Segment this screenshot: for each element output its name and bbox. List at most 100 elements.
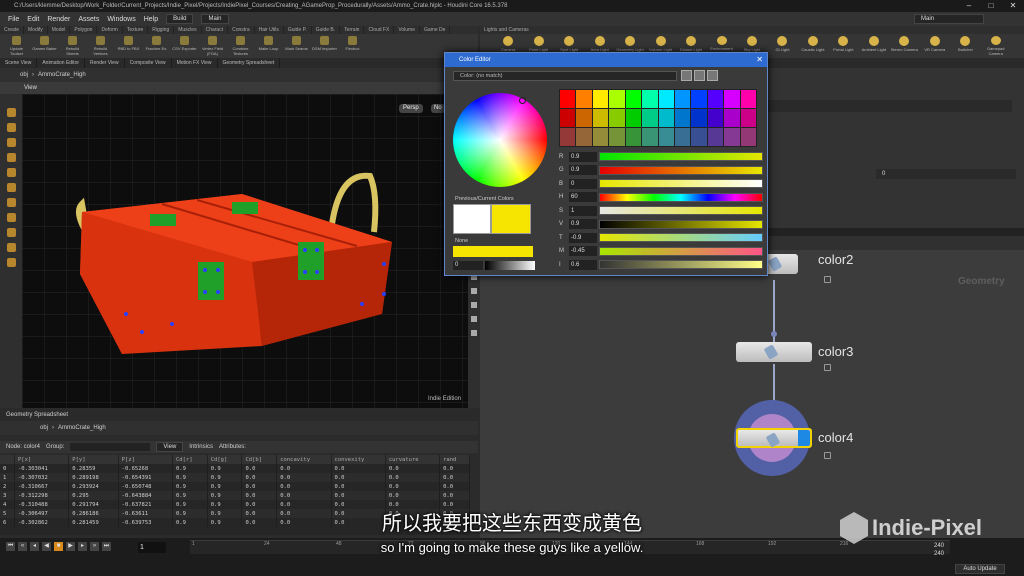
sheet-path-node[interactable]: AmmoCrate_High xyxy=(58,425,106,431)
palette-swatch[interactable] xyxy=(740,109,756,127)
path-root[interactable]: obj xyxy=(20,72,28,78)
alpha-slider[interactable] xyxy=(485,261,535,270)
palette-swatch[interactable] xyxy=(724,90,740,108)
menu-render[interactable]: Render xyxy=(47,16,70,23)
lights-cameras-tab[interactable]: Lights and Cameras xyxy=(480,26,1024,34)
sliders-mode-icon[interactable] xyxy=(694,70,705,81)
palette-swatch[interactable] xyxy=(642,109,658,127)
palette-swatch[interactable] xyxy=(740,128,756,146)
select-tool-icon[interactable] xyxy=(6,108,16,117)
palette-swatch[interactable] xyxy=(576,128,592,146)
shelf-tab[interactable]: Charact xyxy=(202,26,229,34)
channel-value[interactable]: 0.9 xyxy=(569,165,597,175)
shelf-tool[interactable]: Vertex Field (FGA) xyxy=(200,36,225,56)
sheet-column-header[interactable]: convexity xyxy=(331,455,386,464)
close-icon[interactable]: ✕ xyxy=(1002,0,1024,12)
snap-tool-icon[interactable] xyxy=(6,228,16,237)
palette-swatch[interactable] xyxy=(642,90,658,108)
table-row[interactable]: 2 -0.310667 0.293924 -0.650748 0.9 0.9 0.0 0.0 0… xyxy=(0,482,470,491)
sheet-column-header[interactable]: curvature xyxy=(385,455,441,464)
shelf-tool[interactable]: Rebuild Sheets xyxy=(60,36,85,56)
rotate-tool-icon[interactable] xyxy=(6,138,16,147)
sheet-tab[interactable]: Geometry Spreadsheet xyxy=(0,410,478,421)
palette-swatch[interactable] xyxy=(691,109,707,127)
light-tool[interactable]: Stereo Camera xyxy=(890,36,918,56)
light-tool[interactable]: GI Light xyxy=(768,36,796,56)
scene-viewport[interactable] xyxy=(22,94,468,408)
sheet-view-select[interactable]: View xyxy=(156,442,184,452)
sheet-column-header[interactable]: P[x] xyxy=(14,455,70,464)
palette-swatch[interactable] xyxy=(691,90,707,108)
palette-swatch[interactable] xyxy=(592,90,609,108)
channel-value[interactable]: -0.45 xyxy=(569,246,597,256)
channel-slider[interactable] xyxy=(599,206,763,215)
shelf-tool[interactable]: DSM Importer xyxy=(312,36,337,56)
shelf-tool[interactable]: Make Loop xyxy=(256,36,281,56)
path-node[interactable]: AmmoCrate_High xyxy=(38,72,86,78)
palette-swatch[interactable] xyxy=(740,90,756,108)
shelf-tab[interactable]: Create xyxy=(0,26,25,34)
shelf-tab[interactable]: Guide P. xyxy=(284,26,312,34)
pane-tab[interactable]: Motion FX View xyxy=(172,58,218,68)
shelf-tab[interactable]: Modify xyxy=(24,26,48,34)
light-tool[interactable]: Portal Light xyxy=(829,36,857,56)
shelf-tool[interactable]: Games Baker xyxy=(32,36,57,56)
menu-help[interactable]: Help xyxy=(144,16,158,23)
channel-value[interactable]: 0.6 xyxy=(569,259,597,270)
sheet-column-header[interactable] xyxy=(0,455,15,464)
channel-slider[interactable] xyxy=(599,165,763,175)
scale-tool-icon[interactable] xyxy=(6,153,16,162)
channel-value[interactable]: 0.9 xyxy=(569,219,597,229)
menu-file[interactable]: File xyxy=(8,16,19,23)
palette-swatch[interactable] xyxy=(658,90,674,108)
channel-slider[interactable] xyxy=(599,192,763,202)
shelf-tool[interactable]: CSV Exporter xyxy=(172,36,197,56)
none-color-bar[interactable] xyxy=(453,246,533,257)
channel-value[interactable]: -0.9 xyxy=(569,232,597,243)
points-icon[interactable] xyxy=(471,330,477,336)
sheet-column-header[interactable]: Cd[g] xyxy=(207,455,243,464)
palette-swatch[interactable] xyxy=(707,109,724,127)
palette-swatch[interactable] xyxy=(560,90,576,108)
lock-icon[interactable] xyxy=(824,452,831,459)
close-icon[interactable]: ✕ xyxy=(756,53,763,67)
palette-swatch[interactable] xyxy=(625,109,642,127)
shelf-tool[interactable]: Rebuild Vertices xyxy=(88,36,113,56)
pane-tab[interactable]: Composite View xyxy=(125,58,172,68)
shelf-tab[interactable]: Texture xyxy=(123,26,149,34)
auto-update-button[interactable]: Auto Update xyxy=(955,564,1005,574)
shelf-tool[interactable]: Mark Seams xyxy=(284,36,309,56)
light-tool[interactable]: VR Camera xyxy=(921,36,949,56)
pane-tab[interactable]: Animation Editor xyxy=(37,58,86,68)
palette-swatch[interactable] xyxy=(609,128,625,146)
channel-slider[interactable] xyxy=(599,219,763,229)
sheet-group-input[interactable] xyxy=(70,443,151,451)
shelf-tab[interactable]: Guide B. xyxy=(312,26,341,34)
param-field[interactable] xyxy=(760,100,1012,112)
sheet-column-header[interactable]: P[y] xyxy=(68,455,119,464)
wheel-picker-handle[interactable] xyxy=(519,97,526,104)
pose-tool-icon[interactable] xyxy=(6,183,16,192)
pane-tab[interactable]: Geometry Spreadsheet xyxy=(218,58,281,68)
palette-swatch[interactable] xyxy=(658,109,674,127)
lock-icon[interactable] xyxy=(824,276,831,283)
sheet-column-header[interactable]: Cd[r] xyxy=(172,455,208,464)
light-tool-icon[interactable] xyxy=(6,243,16,252)
table-row[interactable]: 1 -0.307032 0.289198 -0.654391 0.9 0.9 0.0 0.0 0… xyxy=(0,473,470,482)
channel-slider[interactable] xyxy=(599,152,763,161)
node-color3[interactable] xyxy=(736,342,812,362)
palette-swatch[interactable] xyxy=(592,128,609,146)
palette-swatch[interactable] xyxy=(576,109,592,127)
sheet-column-header[interactable]: P[z] xyxy=(118,455,173,464)
desktop-build-select[interactable]: Build xyxy=(166,14,194,24)
node-color4[interactable] xyxy=(736,428,812,448)
color-wheel[interactable] xyxy=(453,93,547,187)
sheet-intrinsics-label[interactable]: Intrinsics xyxy=(189,444,213,450)
shelf-tab[interactable]: Rigging xyxy=(148,26,175,34)
palette-swatch[interactable] xyxy=(658,128,674,146)
channel-slider[interactable] xyxy=(599,233,763,242)
shelf-tab[interactable]: Terrain xyxy=(340,26,365,34)
channel-value[interactable]: 0.9 xyxy=(569,151,597,162)
light-tool[interactable]: Switcher xyxy=(951,36,979,56)
light-tool[interactable]: Ambient Light xyxy=(860,36,888,56)
